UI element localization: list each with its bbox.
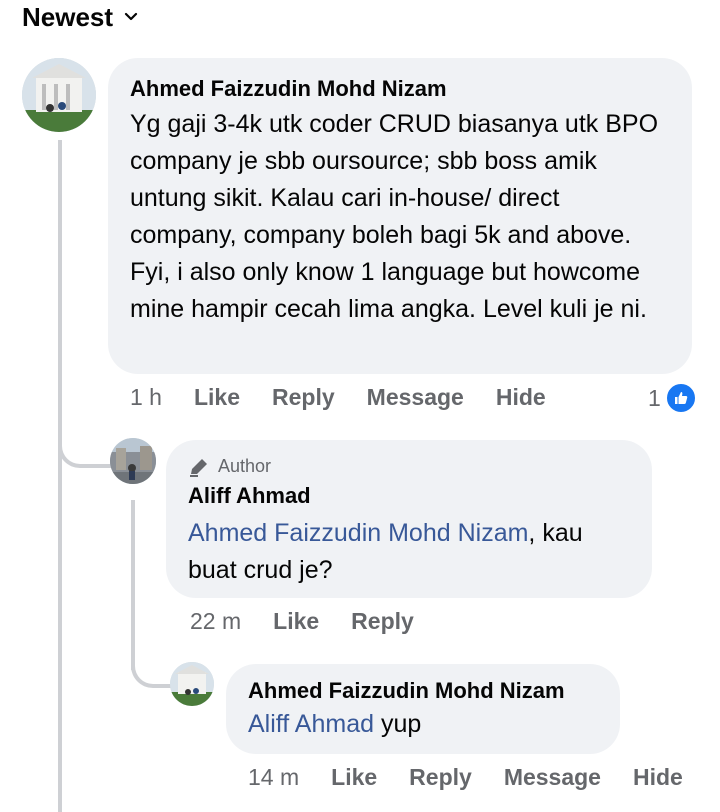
reply-bubble: Ahmed Faizzudin Mohd Nizam Aliff Ahmad y…: [226, 664, 620, 754]
comment-time[interactable]: 14 m: [248, 764, 299, 791]
comment-bubble: Ahmed Faizzudin Mohd Nizam Yg gaji 3-4k …: [108, 58, 692, 374]
message-button[interactable]: Message: [504, 764, 601, 791]
thumbs-up-icon: [664, 382, 697, 414]
comment-author[interactable]: Ahmed Faizzudin Mohd Nizam: [248, 678, 598, 704]
like-button[interactable]: Like: [273, 608, 319, 635]
comment-author[interactable]: Ahmed Faizzudin Mohd Nizam: [130, 76, 670, 102]
sort-label: Newest: [22, 1, 114, 32]
comment-time[interactable]: 1 h: [130, 384, 162, 411]
like-button[interactable]: Like: [331, 764, 377, 791]
avatar[interactable]: [110, 438, 156, 484]
reply-button[interactable]: Reply: [272, 384, 335, 411]
author-badge: Author: [188, 456, 630, 477]
hide-button[interactable]: Hide: [633, 764, 683, 791]
sort-dropdown[interactable]: Newest: [22, 0, 139, 34]
reply-button[interactable]: Reply: [409, 764, 472, 791]
comment-actions: 1 h Like Reply Message Hide: [130, 384, 578, 411]
comment-author[interactable]: Aliff Ahmad: [188, 483, 630, 509]
comment-time[interactable]: 22 m: [190, 608, 241, 635]
chevron-down-icon: [124, 12, 138, 21]
pencil-icon: [190, 458, 207, 477]
thread-line-main: [58, 140, 62, 812]
comment-actions: 14 m Like Reply Message Hide: [248, 764, 683, 791]
reply-button[interactable]: Reply: [351, 608, 414, 635]
comment-body: yup: [374, 710, 422, 738]
thread-connector-reply-2: [131, 640, 173, 688]
reply-bubble: Author Aliff Ahmad Ahmed Faizzudin Mohd …: [166, 440, 652, 598]
avatar[interactable]: [170, 662, 214, 706]
thread-connector-reply-1: [58, 420, 112, 468]
like-button[interactable]: Like: [194, 384, 240, 411]
comment-text: Yg gaji 3-4k utk coder CRUD biasanya utk…: [130, 110, 659, 323]
mention-link[interactable]: Ahmed Faizzudin Mohd Nizam: [188, 519, 528, 547]
mention-link[interactable]: Aliff Ahmad: [248, 710, 374, 738]
author-badge-label: Author: [218, 456, 272, 476]
hide-button[interactable]: Hide: [496, 384, 546, 411]
comment-text: Ahmed Faizzudin Mohd Nizam, kau buat cru…: [188, 515, 630, 589]
reaction-summary[interactable]: 1: [648, 382, 697, 414]
comment-actions: 22 m Like Reply: [190, 608, 446, 635]
comment-text: Aliff Ahmad yup: [248, 706, 598, 743]
avatar[interactable]: [22, 58, 96, 132]
message-button[interactable]: Message: [367, 384, 464, 411]
reaction-count: 1: [648, 384, 661, 411]
